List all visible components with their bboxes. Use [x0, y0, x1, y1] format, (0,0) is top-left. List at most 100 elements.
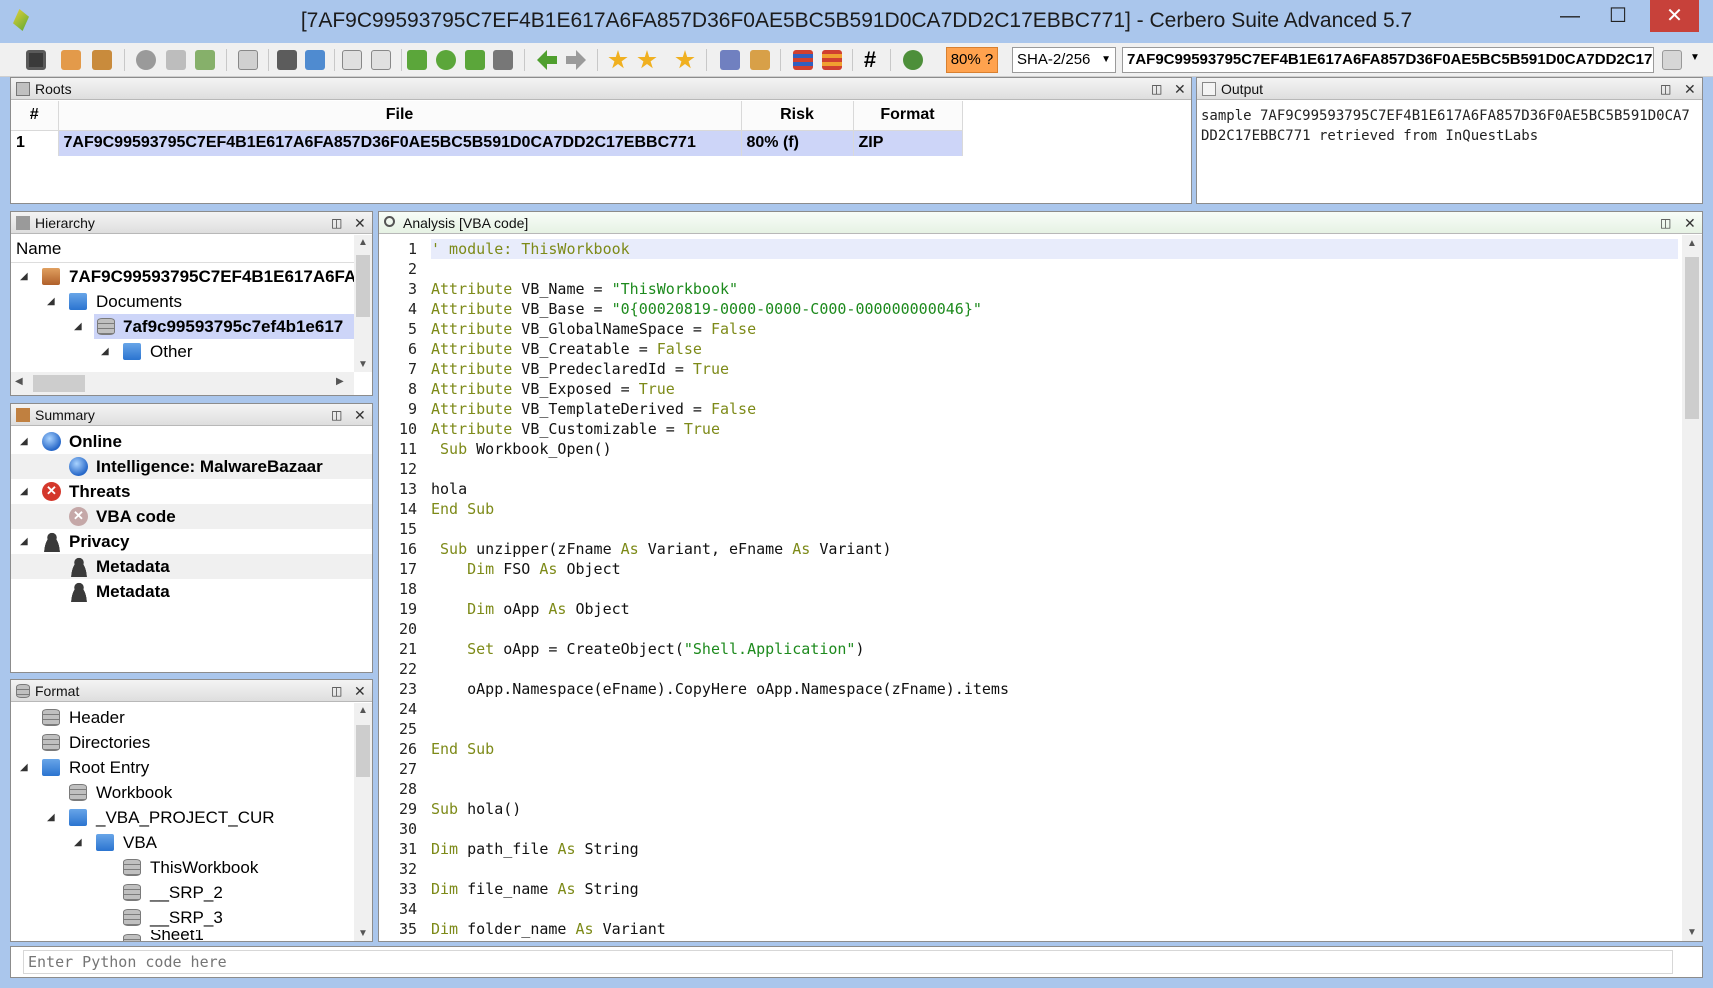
collapse-icon[interactable]: ◢ — [20, 479, 28, 504]
save-window-icon[interactable] — [277, 50, 297, 70]
code-line[interactable]: 28 — [379, 779, 1682, 799]
document-add-icon[interactable] — [195, 50, 215, 70]
collapse-icon[interactable]: ◢ — [74, 830, 82, 855]
horizontal-scrollbar[interactable]: ◀ ▶ — [11, 372, 354, 395]
edit-icon[interactable] — [750, 50, 770, 70]
code-line[interactable]: 32 — [379, 859, 1682, 879]
collapse-icon[interactable]: ◢ — [20, 529, 28, 554]
format-item-thisworkbook[interactable]: ThisWorkbook — [11, 855, 354, 880]
format-item-directories[interactable]: Directories — [11, 730, 354, 755]
summary-item-metadata[interactable]: Metadata — [11, 554, 372, 579]
column-header-format[interactable]: Format — [853, 101, 963, 131]
collapse-icon[interactable]: ◢ — [74, 314, 82, 339]
code-line[interactable]: 30 — [379, 819, 1682, 839]
collapse-icon[interactable]: ◢ — [101, 339, 109, 364]
tree-item-documents[interactable]: ◢ Documents — [11, 289, 354, 314]
scroll-up-icon[interactable]: ▲ — [1682, 238, 1702, 249]
forward-arrow-icon[interactable] — [566, 50, 586, 70]
float-panel-icon[interactable]: ◫ — [1151, 78, 1162, 100]
code-line[interactable]: 8 Attribute VB_Exposed = True — [379, 379, 1682, 399]
open-icon[interactable] — [61, 50, 81, 70]
code-line[interactable]: 5 Attribute VB_GlobalNameSpace = False — [379, 319, 1682, 339]
format-item-srp3[interactable]: __SRP_3 — [11, 905, 354, 930]
star-add-icon[interactable] — [608, 50, 628, 69]
vertical-scrollbar[interactable]: ▲ ▼ — [354, 703, 372, 941]
maximize-button[interactable]: ☐ — [1595, 0, 1641, 32]
settings-icon[interactable] — [136, 50, 156, 70]
summary-item-threats[interactable]: ◢ ✕ Threats — [11, 479, 372, 504]
copy-icon[interactable] — [1662, 50, 1682, 70]
code-line[interactable]: 35 Dim folder_name As Variant — [379, 919, 1682, 939]
back-arrow-icon[interactable] — [537, 50, 557, 70]
format-item-vba[interactable]: ◢ VBA — [11, 830, 354, 855]
code-line[interactable]: 21 Set oApp = CreateObject("Shell.Applic… — [379, 639, 1682, 659]
document-gear-icon[interactable] — [166, 50, 186, 70]
float-panel-icon[interactable]: ◫ — [1660, 78, 1671, 100]
close-panel-icon[interactable]: ✕ — [1684, 78, 1696, 100]
python-input[interactable] — [23, 950, 1673, 974]
format-item-workbook[interactable]: Workbook — [11, 780, 354, 805]
hex-view-icon[interactable] — [793, 50, 813, 70]
scrollbar-thumb[interactable] — [1685, 257, 1699, 419]
format-item-root-entry[interactable]: ◢ Root Entry — [11, 755, 354, 780]
hash-algorithm-select[interactable]: SHA-2/256 ▼ — [1012, 47, 1116, 73]
code-line[interactable]: 20 — [379, 619, 1682, 639]
code-line[interactable]: 24 — [379, 699, 1682, 719]
close-panel-icon[interactable]: ✕ — [354, 404, 366, 426]
code-line[interactable]: 4 Attribute VB_Base = "0{00020819-0000-00… — [379, 299, 1682, 319]
code-line[interactable]: 17 Dim FSO As Object — [379, 559, 1682, 579]
summary-item-metadata[interactable]: Metadata — [11, 579, 372, 604]
code-line[interactable]: 27 — [379, 759, 1682, 779]
summary-item-intelligence[interactable]: Intelligence: MalwareBazaar — [11, 454, 372, 479]
collapse-icon[interactable]: ◢ — [20, 755, 28, 780]
frame-alt-icon[interactable] — [371, 50, 391, 70]
scroll-up-icon[interactable]: ▲ — [354, 705, 372, 716]
scroll-down-icon[interactable]: ▼ — [1682, 927, 1702, 938]
python-icon[interactable] — [903, 50, 923, 70]
close-panel-icon[interactable]: ✕ — [1174, 78, 1186, 100]
float-panel-icon[interactable]: ◫ — [331, 680, 342, 702]
risk-indicator[interactable]: 80% ? — [946, 47, 998, 73]
code-line[interactable]: 7 Attribute VB_PredeclaredId = True — [379, 359, 1682, 379]
column-header-file[interactable]: File — [58, 101, 742, 131]
collapse-icon[interactable]: ◢ — [20, 429, 28, 454]
collapse-icon[interactable]: ◢ — [47, 289, 55, 314]
add-icon[interactable] — [465, 50, 485, 70]
code-line[interactable]: 9 Attribute VB_TemplateDerived = False — [379, 399, 1682, 419]
close-button[interactable]: ✕ — [1650, 0, 1699, 32]
format-item-sheet1[interactable]: Sheet1 — [11, 930, 354, 941]
star-icon[interactable] — [637, 50, 657, 69]
code-line[interactable]: 16 Sub unzipper(zFname As Variant, eFnam… — [379, 539, 1682, 559]
format-item-srp2[interactable]: __SRP_2 — [11, 880, 354, 905]
code-line[interactable]: 22 — [379, 659, 1682, 679]
code-line[interactable]: 34 — [379, 899, 1682, 919]
code-line[interactable]: 6 Attribute VB_Creatable = False — [379, 339, 1682, 359]
tree-item-other[interactable]: ◢ Other — [11, 339, 354, 364]
star-next-icon[interactable] — [675, 50, 695, 69]
code-line[interactable]: 31 Dim path_file As String — [379, 839, 1682, 859]
frame-icon[interactable] — [342, 50, 362, 70]
code-line[interactable]: 29 Sub hola() — [379, 799, 1682, 819]
scrollbar-thumb[interactable] — [356, 255, 370, 317]
save-icon[interactable] — [26, 50, 46, 70]
collapse-icon[interactable]: ◢ — [20, 264, 28, 289]
code-line[interactable]: 13 hola — [379, 479, 1682, 499]
code-line[interactable]: 33 Dim file_name As String — [379, 879, 1682, 899]
compare-icon[interactable] — [822, 50, 842, 70]
format-item-header[interactable]: Header — [11, 705, 354, 730]
close-panel-icon[interactable]: ✕ — [354, 212, 366, 234]
tree-item-document-file[interactable]: ◢ 7af9c99593795c7ef4b1e617 — [11, 314, 354, 339]
code-line[interactable]: 11 Sub Workbook_Open() — [379, 439, 1682, 459]
vertical-scrollbar[interactable]: ▲ ▼ — [354, 235, 372, 372]
scroll-down-icon[interactable]: ▼ — [354, 359, 372, 370]
code-line[interactable]: 10 Attribute VB_Customizable = True — [379, 419, 1682, 439]
summary-item-vba-code[interactable]: ✕ VBA code — [11, 504, 372, 529]
search-icon[interactable] — [436, 50, 456, 70]
column-header-risk[interactable]: Risk — [741, 101, 854, 131]
column-header-name[interactable]: Name — [11, 235, 354, 263]
scroll-up-icon[interactable]: ▲ — [354, 237, 372, 248]
column-header-number[interactable]: # — [11, 101, 59, 131]
vertical-scrollbar[interactable]: ▲ ▼ — [1682, 235, 1702, 941]
tree-item-root[interactable]: ◢ 7AF9C99593795C7EF4B1E617A6FA — [11, 264, 356, 289]
code-line[interactable]: 2 — [379, 259, 1682, 279]
